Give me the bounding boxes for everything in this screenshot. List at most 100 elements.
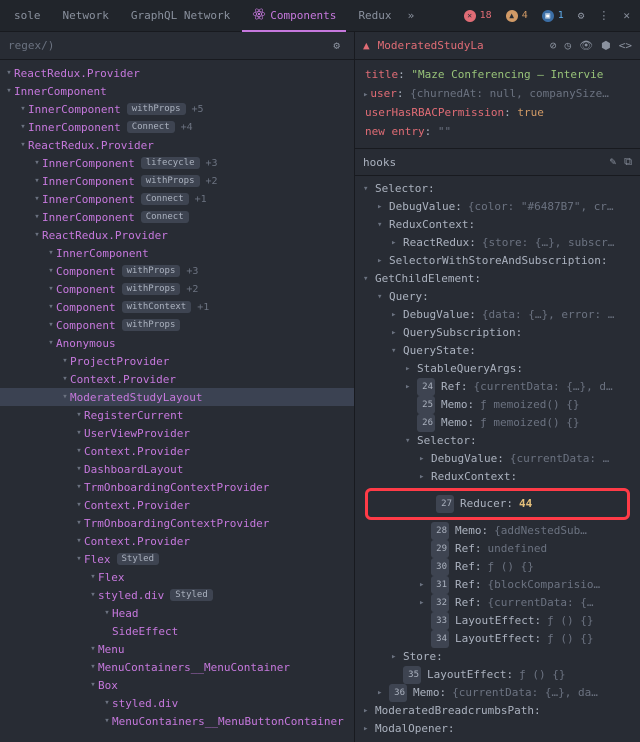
tree-row[interactable]: ▾MenuContainers__MenuContainer — [0, 658, 354, 676]
hook-row[interactable]: ▸ModeratedBreadcrumbsPath: — [355, 702, 640, 720]
wand-icon[interactable]: ✎ — [610, 155, 617, 169]
info-count[interactable]: ▣1 — [536, 10, 570, 22]
tree-row[interactable]: ▾TrmOnboardingContextProvider — [0, 514, 354, 532]
disclosure-arrow-icon[interactable]: ▾ — [46, 248, 56, 258]
hook-row[interactable]: ▸DebugValue:{data: {…}, error: … — [355, 306, 640, 324]
tree-row[interactable]: ▾Box — [0, 676, 354, 694]
tree-row[interactable]: ▾MenuContainers__MenuButtonContainer — [0, 712, 354, 730]
hook-row[interactable]: 35LayoutEffect:ƒ () {} — [355, 666, 640, 684]
hook-row[interactable]: ▾QueryState: — [355, 342, 640, 360]
hook-row[interactable]: ▸Store: — [355, 648, 640, 666]
disclosure-arrow-icon[interactable]: ▾ — [60, 356, 70, 366]
disclosure-arrow-icon[interactable]: ▾ — [74, 518, 84, 528]
hook-row[interactable]: ▾Query: — [355, 288, 640, 306]
prop-row[interactable]: ▸user: {churnedAt: null, companySize… — [363, 85, 632, 104]
disclosure-arrow-icon[interactable]: ▾ — [88, 662, 98, 672]
hook-row[interactable]: 25Memo:ƒ memoized() {} — [355, 396, 640, 414]
tree-row[interactable]: ▾FlexStyled — [0, 550, 354, 568]
tree-row[interactable]: ▾ComponentwithProps+2 — [0, 280, 354, 298]
tree-row[interactable]: ▾ComponentwithProps+3 — [0, 262, 354, 280]
disclosure-arrow-icon[interactable]: ▾ — [32, 230, 42, 240]
disclosure-arrow-icon[interactable]: ▾ — [74, 500, 84, 510]
disclosure-arrow-icon[interactable]: ▸ — [391, 306, 401, 324]
hook-row[interactable]: 28Memo:{addNestedSub… — [355, 522, 640, 540]
disclosure-arrow-icon[interactable]: ▾ — [405, 432, 415, 450]
copy-icon[interactable]: ⧉ — [624, 155, 632, 169]
hook-row[interactable]: ▸StableQueryArgs: — [355, 360, 640, 378]
disclosure-arrow-icon[interactable]: ▸ — [363, 720, 373, 738]
close-icon[interactable]: ✕ — [617, 3, 636, 28]
disclosure-arrow-icon[interactable]: ▸ — [391, 234, 401, 252]
disclosure-arrow-icon[interactable]: ▾ — [88, 590, 98, 600]
disclosure-arrow-icon[interactable]: ▾ — [363, 180, 373, 198]
hooks-list[interactable]: ▾Selector:▸DebugValue:{color: "#6487B7",… — [355, 176, 640, 742]
disclosure-arrow-icon[interactable]: ▾ — [377, 216, 387, 234]
tree-row[interactable]: ▾ComponentwithContext+1 — [0, 298, 354, 316]
disclosure-arrow-icon[interactable]: ▾ — [32, 176, 42, 186]
disclosure-arrow-icon[interactable]: ▾ — [74, 482, 84, 492]
tree-row[interactable]: ▾DashboardLayout — [0, 460, 354, 478]
timer-icon[interactable]: ◷ — [565, 39, 572, 52]
tree-row[interactable]: ▾Flex — [0, 568, 354, 586]
disclosure-arrow-icon[interactable]: ▾ — [74, 446, 84, 456]
disclosure-arrow-icon[interactable]: ▾ — [32, 158, 42, 168]
disclosure-arrow-icon[interactable]: ▸ — [377, 252, 387, 270]
hook-row[interactable]: ▸DebugValue:{color: "#6487B7", cr… — [355, 198, 640, 216]
disclosure-arrow-icon[interactable]: ▸ — [377, 198, 387, 216]
hook-row[interactable]: ▸QuerySubscription: — [355, 324, 640, 342]
tree-row[interactable]: ▾Context.Provider — [0, 370, 354, 388]
tree-row[interactable]: ▾InnerComponentConnect — [0, 208, 354, 226]
code-icon[interactable]: <> — [619, 39, 632, 52]
hook-row[interactable]: ▸32Ref:{currentData: {… — [355, 594, 640, 612]
tree-row[interactable]: ▾ModeratedStudyLayout — [0, 388, 354, 406]
disclosure-arrow-icon[interactable]: ▾ — [102, 716, 112, 726]
tree-row[interactable]: ▾UserViewProvider — [0, 424, 354, 442]
disclosure-arrow-icon[interactable]: ▸ — [405, 378, 415, 396]
hook-row[interactable]: ▸ReactRedux:{store: {…}, subscr… — [355, 234, 640, 252]
warning-count[interactable]: ▲4 — [500, 10, 534, 22]
hook-row[interactable]: ▾ReduxContext: — [355, 216, 640, 234]
hook-row[interactable]: ▾GetChildElement: — [355, 270, 640, 288]
hook-row[interactable]: ▸ModalOpener: — [355, 720, 640, 738]
hook-row[interactable]: ▸24Ref:{currentData: {…}, d… — [355, 378, 640, 396]
disclosure-arrow-icon[interactable]: ▸ — [419, 450, 429, 468]
disclosure-arrow-icon[interactable]: ▾ — [46, 302, 56, 312]
disclosure-arrow-icon[interactable]: ▾ — [18, 122, 28, 132]
disclosure-arrow-icon[interactable]: ▾ — [363, 270, 373, 288]
hook-row[interactable]: 26Memo:ƒ memoized() {} — [355, 414, 640, 432]
tree-row[interactable]: ▾styled.div — [0, 694, 354, 712]
tree-row[interactable]: ▾ReactRedux.Provider — [0, 226, 354, 244]
hook-row[interactable]: ▸SelectorWithStoreAndSubscription: — [355, 252, 640, 270]
disclosure-arrow-icon[interactable]: ▾ — [74, 536, 84, 546]
tab-console[interactable]: sole — [4, 1, 51, 30]
tree-row[interactable]: ▾InnerComponentConnect+4 — [0, 118, 354, 136]
disclosure-arrow-icon[interactable]: ▾ — [88, 644, 98, 654]
tree-row[interactable]: ▾ReactRedux.Provider — [0, 136, 354, 154]
tab-network[interactable]: Network — [53, 1, 119, 30]
tree-row[interactable]: ▾InnerComponentlifecycle+3 — [0, 154, 354, 172]
disclosure-arrow-icon[interactable]: ▸ — [391, 324, 401, 342]
disclosure-arrow-icon[interactable]: ▾ — [18, 104, 28, 114]
hook-row[interactable]: ▸31Ref:{blockComparisio… — [355, 576, 640, 594]
hook-row[interactable]: ▾Selector: — [355, 180, 640, 198]
disclosure-arrow-icon[interactable]: ▾ — [88, 572, 98, 582]
disclosure-arrow-icon[interactable]: ▾ — [102, 608, 112, 618]
disclosure-arrow-icon[interactable]: ▾ — [32, 212, 42, 222]
disclosure-arrow-icon[interactable]: ▾ — [74, 410, 84, 420]
bug-icon[interactable]: ⬢ — [601, 39, 611, 52]
tree-row[interactable]: ▾styled.divStyled — [0, 586, 354, 604]
disclosure-arrow-icon[interactable]: ▾ — [46, 266, 56, 276]
disclosure-arrow-icon[interactable]: ▾ — [391, 342, 401, 360]
prop-row[interactable]: userHasRBACPermission: true — [363, 104, 632, 123]
disclosure-arrow-icon[interactable]: ▾ — [4, 86, 14, 96]
tree-row[interactable]: ▾TrmOnboardingContextProvider — [0, 478, 354, 496]
hook-row[interactable]: 29Ref:undefined — [355, 540, 640, 558]
tree-row[interactable]: SideEffect — [0, 622, 354, 640]
hook-row[interactable]: ▸36Memo:{currentData: {…}, da… — [355, 684, 640, 702]
prop-row[interactable]: title: "Maze Conferencing — Intervie — [363, 66, 632, 85]
eye-icon[interactable]: 👁 — [579, 39, 593, 52]
tree-row[interactable]: ▾ProjectProvider — [0, 352, 354, 370]
search-input[interactable]: regex/) — [8, 39, 327, 52]
tree-row[interactable]: ▾ComponentwithProps — [0, 316, 354, 334]
tree-row[interactable]: ▾InnerComponentwithProps+5 — [0, 100, 354, 118]
